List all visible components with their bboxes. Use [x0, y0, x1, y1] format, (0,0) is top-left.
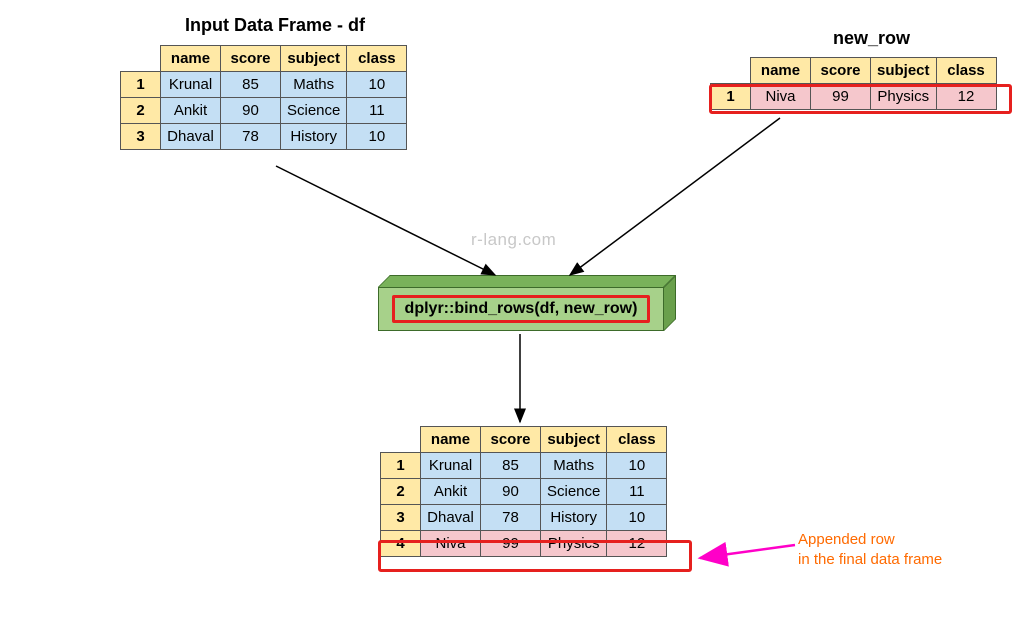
table-row: 1 Krunal 85 Maths 10: [381, 453, 667, 479]
table-row: 4 Niva 99 Physics 12: [381, 531, 667, 557]
newrow-row-idx: 1: [711, 84, 751, 110]
result-row-idx: 4: [381, 531, 421, 557]
result-cell: History: [541, 505, 607, 531]
newrow-corner: [711, 58, 751, 84]
result-cell: Maths: [541, 453, 607, 479]
command-top-face: [378, 275, 676, 287]
df-cell: 10: [347, 124, 407, 150]
table-row: 3 Dhaval 78 History 10: [121, 124, 407, 150]
table-row: 1 Niva 99 Physics 12: [711, 84, 997, 110]
arrow-newrow-to-command: [570, 118, 780, 275]
watermark: r-lang.com: [471, 230, 556, 250]
result-table: name score subject class 1 Krunal 85 Mat…: [380, 426, 667, 557]
df-cell: 11: [347, 98, 407, 124]
df-table: name score subject class 1 Krunal 85 Mat…: [120, 45, 407, 150]
command-text: dplyr::bind_rows(df, new_row): [392, 295, 651, 323]
result-row-idx: 1: [381, 453, 421, 479]
annotation-line1: Appended row: [798, 531, 895, 548]
df-title: Input Data Frame - df: [185, 15, 365, 36]
result-cell: 78: [481, 505, 541, 531]
df-cell: Science: [281, 98, 347, 124]
newrow-table: name score subject class 1 Niva 99 Physi…: [710, 57, 997, 110]
df-cell: 90: [221, 98, 281, 124]
table-row: 1 Krunal 85 Maths 10: [121, 72, 407, 98]
result-cell: Dhaval: [421, 505, 481, 531]
newrow-col-score: score: [811, 58, 871, 84]
df-row-idx: 3: [121, 124, 161, 150]
df-row-idx: 1: [121, 72, 161, 98]
result-cell: 85: [481, 453, 541, 479]
table-row: 2 Ankit 90 Science 11: [381, 479, 667, 505]
newrow-cell: 99: [811, 84, 871, 110]
arrow-df-to-command: [276, 166, 495, 275]
df-col-class: class: [347, 46, 407, 72]
df-cell: Dhaval: [161, 124, 221, 150]
result-col-score: score: [481, 427, 541, 453]
table-row: 2 Ankit 90 Science 11: [121, 98, 407, 124]
command-box: dplyr::bind_rows(df, new_row): [378, 275, 676, 333]
newrow-title: new_row: [833, 28, 910, 49]
result-row-idx: 2: [381, 479, 421, 505]
df-cell: Ankit: [161, 98, 221, 124]
result-cell: Krunal: [421, 453, 481, 479]
result-col-name: name: [421, 427, 481, 453]
command-side-face: [664, 275, 676, 331]
result-cell: 99: [481, 531, 541, 557]
result-col-class: class: [607, 427, 667, 453]
newrow-col-class: class: [936, 58, 996, 84]
result-cell: Science: [541, 479, 607, 505]
newrow-cell: 12: [936, 84, 996, 110]
result-col-subject: subject: [541, 427, 607, 453]
result-cell: Niva: [421, 531, 481, 557]
annotation-line2: in the final data frame: [798, 551, 942, 568]
newrow-cell: Niva: [751, 84, 811, 110]
df-corner: [121, 46, 161, 72]
result-cell: 11: [607, 479, 667, 505]
result-cell: Ankit: [421, 479, 481, 505]
df-col-score: score: [221, 46, 281, 72]
arrow-annotation: [700, 545, 795, 558]
newrow-cell: Physics: [871, 84, 937, 110]
df-cell: 85: [221, 72, 281, 98]
command-front-face: dplyr::bind_rows(df, new_row): [378, 287, 664, 331]
table-row: 3 Dhaval 78 History 10: [381, 505, 667, 531]
df-col-subject: subject: [281, 46, 347, 72]
result-corner: [381, 427, 421, 453]
result-cell: Physics: [541, 531, 607, 557]
df-cell: Maths: [281, 72, 347, 98]
df-col-name: name: [161, 46, 221, 72]
result-cell: 10: [607, 453, 667, 479]
newrow-col-name: name: [751, 58, 811, 84]
df-row-idx: 2: [121, 98, 161, 124]
result-cell: 90: [481, 479, 541, 505]
df-cell: History: [281, 124, 347, 150]
result-cell: 10: [607, 505, 667, 531]
result-cell: 12: [607, 531, 667, 557]
annotation-text: Appended row in the final data frame: [798, 530, 942, 569]
newrow-col-subject: subject: [871, 58, 937, 84]
df-cell: 10: [347, 72, 407, 98]
result-row-idx: 3: [381, 505, 421, 531]
df-cell: Krunal: [161, 72, 221, 98]
df-cell: 78: [221, 124, 281, 150]
